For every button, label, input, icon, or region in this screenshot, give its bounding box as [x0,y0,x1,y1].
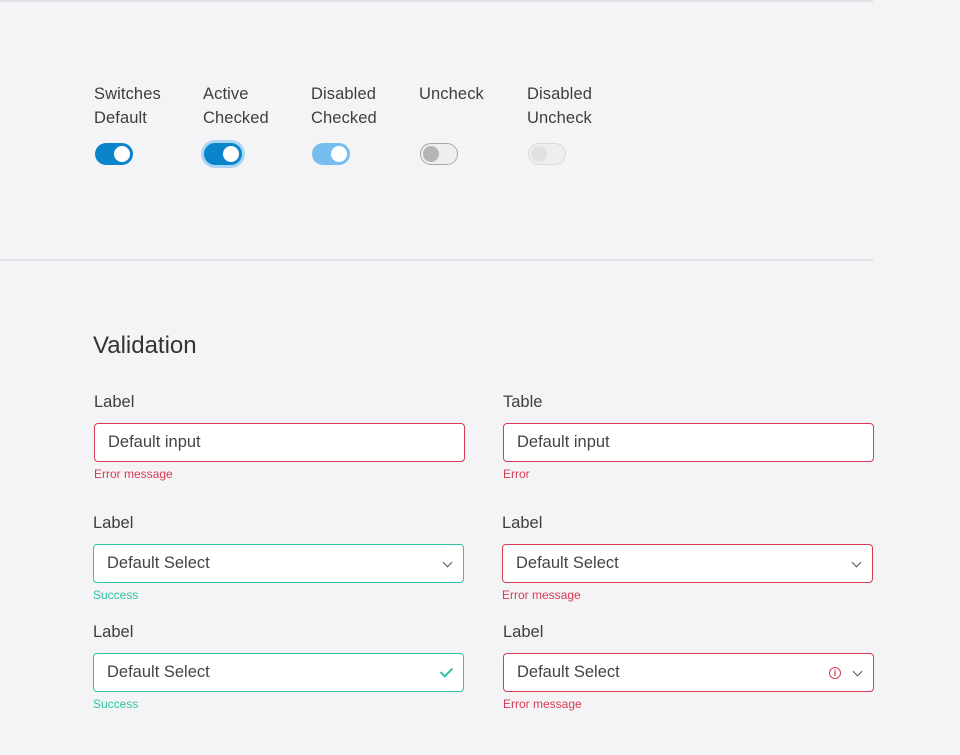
switch-group-disabled-checked: Disabled Checked [311,82,411,165]
switch-label: Checked [203,109,269,127]
field-select-success: Label Default Select Success [93,512,464,602]
success-message: Success [93,697,139,711]
switch-knob [114,146,130,162]
info-icon: i [829,667,841,679]
section-divider [0,259,873,261]
switch-toggle-disabled-uncheck [528,143,566,165]
switch-toggle-uncheck[interactable] [420,143,458,165]
switch-knob [531,146,547,162]
field-label: Label [503,623,544,641]
switch-toggle-default[interactable] [95,143,133,165]
error-message: Error message [94,467,173,481]
field-select-success-check: Label Default Select Success [93,621,464,711]
switch-group-uncheck: Uncheck [419,82,519,165]
field-label: Label [93,514,134,532]
text-input[interactable]: Default input [94,423,465,462]
select-value: Default Select [516,554,619,572]
field-input-error-left: Label Default input Error message [94,391,465,481]
select-dropdown[interactable]: Default Select [93,653,464,692]
switch-label: Checked [311,109,377,127]
switch-label: Uncheck [527,109,592,127]
select-dropdown[interactable]: Default Select i [503,653,874,692]
switch-group-default: Switches Default [94,82,194,165]
field-label: Table [503,393,543,411]
switch-toggle-disabled-checked [312,143,350,165]
switch-knob [423,146,439,162]
field-select-error-info: Label Default Select i Error message [503,621,874,711]
field-label: Label [94,393,135,411]
error-message: Error message [503,697,582,711]
switch-toggle-active-checked[interactable] [204,143,242,165]
switch-label: Uncheck [419,85,484,103]
switch-group-active-checked: Active Checked [203,82,303,165]
switch-label: Disabled [311,85,377,103]
switch-label: Disabled [527,85,593,103]
field-label: Label [93,623,134,641]
error-message: Error [503,467,530,481]
top-divider [0,0,873,2]
field-input-error-right: Table Default input Error [503,391,874,481]
field-label: Label [502,514,543,532]
chevron-down-icon [852,666,863,677]
select-value: Default Select [107,663,210,681]
input-value: Default input [108,433,201,451]
select-dropdown[interactable]: Default Select [502,544,873,583]
input-value: Default input [517,433,610,451]
switch-label: Active [203,85,249,103]
text-input[interactable]: Default input [503,423,874,462]
success-message: Success [93,588,139,602]
select-value: Default Select [517,663,620,681]
switch-group-disabled-uncheck: Disabled Uncheck [527,82,627,165]
switch-label: Default [94,109,147,127]
select-dropdown[interactable]: Default Select [93,544,464,583]
switch-label: Switches [94,85,161,103]
section-title: Validation [93,332,197,359]
error-message: Error message [502,588,581,602]
select-value: Default Select [107,554,210,572]
switch-knob [331,146,347,162]
chevron-down-icon [851,557,862,568]
chevron-down-icon [442,557,453,568]
field-select-error: Label Default Select Error message [502,512,873,602]
switch-knob [223,146,239,162]
checkmark-icon [439,664,454,678]
